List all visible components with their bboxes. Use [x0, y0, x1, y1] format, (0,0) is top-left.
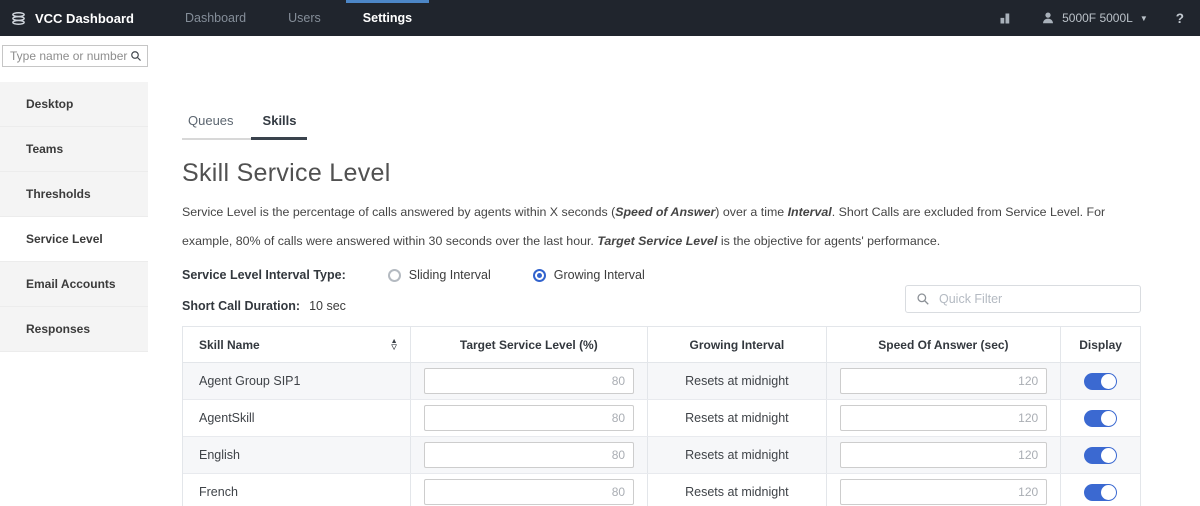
short-call-duration-value: 10 sec: [309, 299, 346, 313]
radio-circle-icon: [388, 269, 401, 282]
main-content: Queues Skills Skill Service Level Servic…: [182, 112, 1141, 506]
global-search-input[interactable]: [3, 49, 130, 63]
desc-part: is the objective for agents' performance…: [717, 234, 940, 248]
search-icon[interactable]: [130, 50, 142, 62]
column-header-speed-of-answer[interactable]: Speed Of Answer (sec): [827, 327, 1062, 362]
skill-name: French: [199, 485, 238, 499]
growing-interval-value: Resets at midnight: [685, 485, 789, 499]
global-search: [2, 45, 148, 67]
growing-interval-value: Resets at midnight: [685, 448, 789, 462]
target-service-level-input[interactable]: [424, 442, 634, 468]
account-name: 5000F 5000L: [1062, 11, 1133, 25]
sidebar-item-desktop[interactable]: Desktop: [0, 82, 148, 127]
growing-interval-value: Resets at midnight: [685, 374, 789, 388]
quick-filter: [905, 285, 1141, 313]
sort-down-arrow: ▽: [391, 345, 396, 351]
brand-name: VCC Dashboard: [35, 11, 134, 26]
nav-item-settings[interactable]: Settings: [342, 0, 433, 36]
tab-skills[interactable]: Skills: [251, 112, 307, 140]
column-header-label: Skill Name: [199, 338, 260, 352]
radio-label: Sliding Interval: [409, 268, 491, 282]
sidebar-item-thresholds[interactable]: Thresholds: [0, 172, 148, 217]
desc-target-service-level: Target Service Level: [597, 234, 717, 248]
target-service-level-input[interactable]: [424, 405, 634, 431]
nav-item-dashboard[interactable]: Dashboard: [164, 0, 267, 36]
radio-circle-icon: [533, 269, 546, 282]
help-button[interactable]: ?: [1176, 11, 1184, 26]
sort-icon[interactable]: ▲ ▽: [391, 339, 398, 351]
speed-of-answer-input[interactable]: [840, 368, 1048, 394]
interval-type-label: Service Level Interval Type:: [182, 268, 346, 282]
sidebar-item-responses[interactable]: Responses: [0, 307, 148, 352]
desc-part: ) over a time: [715, 205, 787, 219]
stacked-layers-icon: [10, 10, 27, 27]
bar-chart-icon[interactable]: [998, 11, 1013, 26]
table-row: French Resets at midnight: [183, 474, 1140, 506]
brand[interactable]: VCC Dashboard: [10, 10, 134, 27]
display-toggle[interactable]: [1084, 373, 1117, 390]
top-nav: Dashboard Users Settings: [164, 0, 433, 36]
skill-name: English: [199, 448, 240, 462]
radio-growing-interval[interactable]: Growing Interval: [533, 268, 645, 282]
magnifier-icon: [916, 292, 930, 306]
quick-filter-input[interactable]: [930, 292, 1140, 306]
display-toggle[interactable]: [1084, 484, 1117, 501]
sidebar-item-service-level[interactable]: Service Level: [0, 217, 148, 262]
speed-of-answer-input[interactable]: [840, 405, 1048, 431]
speed-of-answer-input[interactable]: [840, 479, 1048, 505]
tab-bar: Queues Skills: [182, 112, 1141, 140]
settings-sidebar: Desktop Teams Thresholds Service Level E…: [0, 82, 148, 352]
nav-item-users[interactable]: Users: [267, 0, 342, 36]
sidebar-item-email-accounts[interactable]: Email Accounts: [0, 262, 148, 307]
table-row: Agent Group SIP1 Resets at midnight: [183, 363, 1140, 400]
target-service-level-input[interactable]: [424, 479, 634, 505]
radio-label: Growing Interval: [554, 268, 645, 282]
desc-part: Service Level is the percentage of calls…: [182, 205, 615, 219]
display-toggle[interactable]: [1084, 410, 1117, 427]
desc-speed-of-answer: Speed of Answer: [615, 205, 715, 219]
speed-of-answer-input[interactable]: [840, 442, 1048, 468]
column-header-display[interactable]: Display: [1061, 327, 1140, 362]
skill-name: AgentSkill: [199, 411, 255, 425]
table-row: English Resets at midnight: [183, 437, 1140, 474]
account-menu[interactable]: 5000F 5000L ▼: [1041, 11, 1148, 25]
skills-table: Skill Name ▲ ▽ Target Service Level (%) …: [182, 326, 1141, 506]
column-header-growing-interval[interactable]: Growing Interval: [648, 327, 827, 362]
radio-sliding-interval[interactable]: Sliding Interval: [388, 268, 491, 282]
topbar-right: 5000F 5000L ▼ ?: [998, 11, 1184, 26]
caret-down-icon: ▼: [1140, 14, 1148, 23]
sidebar-item-teams[interactable]: Teams: [0, 127, 148, 172]
table-row: AgentSkill Resets at midnight: [183, 400, 1140, 437]
table-header-row: Skill Name ▲ ▽ Target Service Level (%) …: [183, 327, 1140, 363]
skill-name: Agent Group SIP1: [199, 374, 300, 388]
desc-interval: Interval: [788, 205, 832, 219]
display-toggle[interactable]: [1084, 447, 1117, 464]
column-header-skill-name[interactable]: Skill Name ▲ ▽: [183, 327, 411, 362]
interval-type-row: Service Level Interval Type: Sliding Int…: [182, 267, 1141, 283]
person-icon: [1041, 11, 1055, 25]
target-service-level-input[interactable]: [424, 368, 634, 394]
short-call-duration-label: Short Call Duration:: [182, 299, 300, 313]
top-bar: VCC Dashboard Dashboard Users Settings 5…: [0, 0, 1200, 36]
service-level-description: Service Level is the percentage of calls…: [182, 198, 1141, 256]
tab-queues[interactable]: Queues: [182, 112, 251, 140]
page-title: Skill Service Level: [182, 159, 1141, 188]
column-header-target-service-level[interactable]: Target Service Level (%): [411, 327, 648, 362]
growing-interval-value: Resets at midnight: [685, 411, 789, 425]
